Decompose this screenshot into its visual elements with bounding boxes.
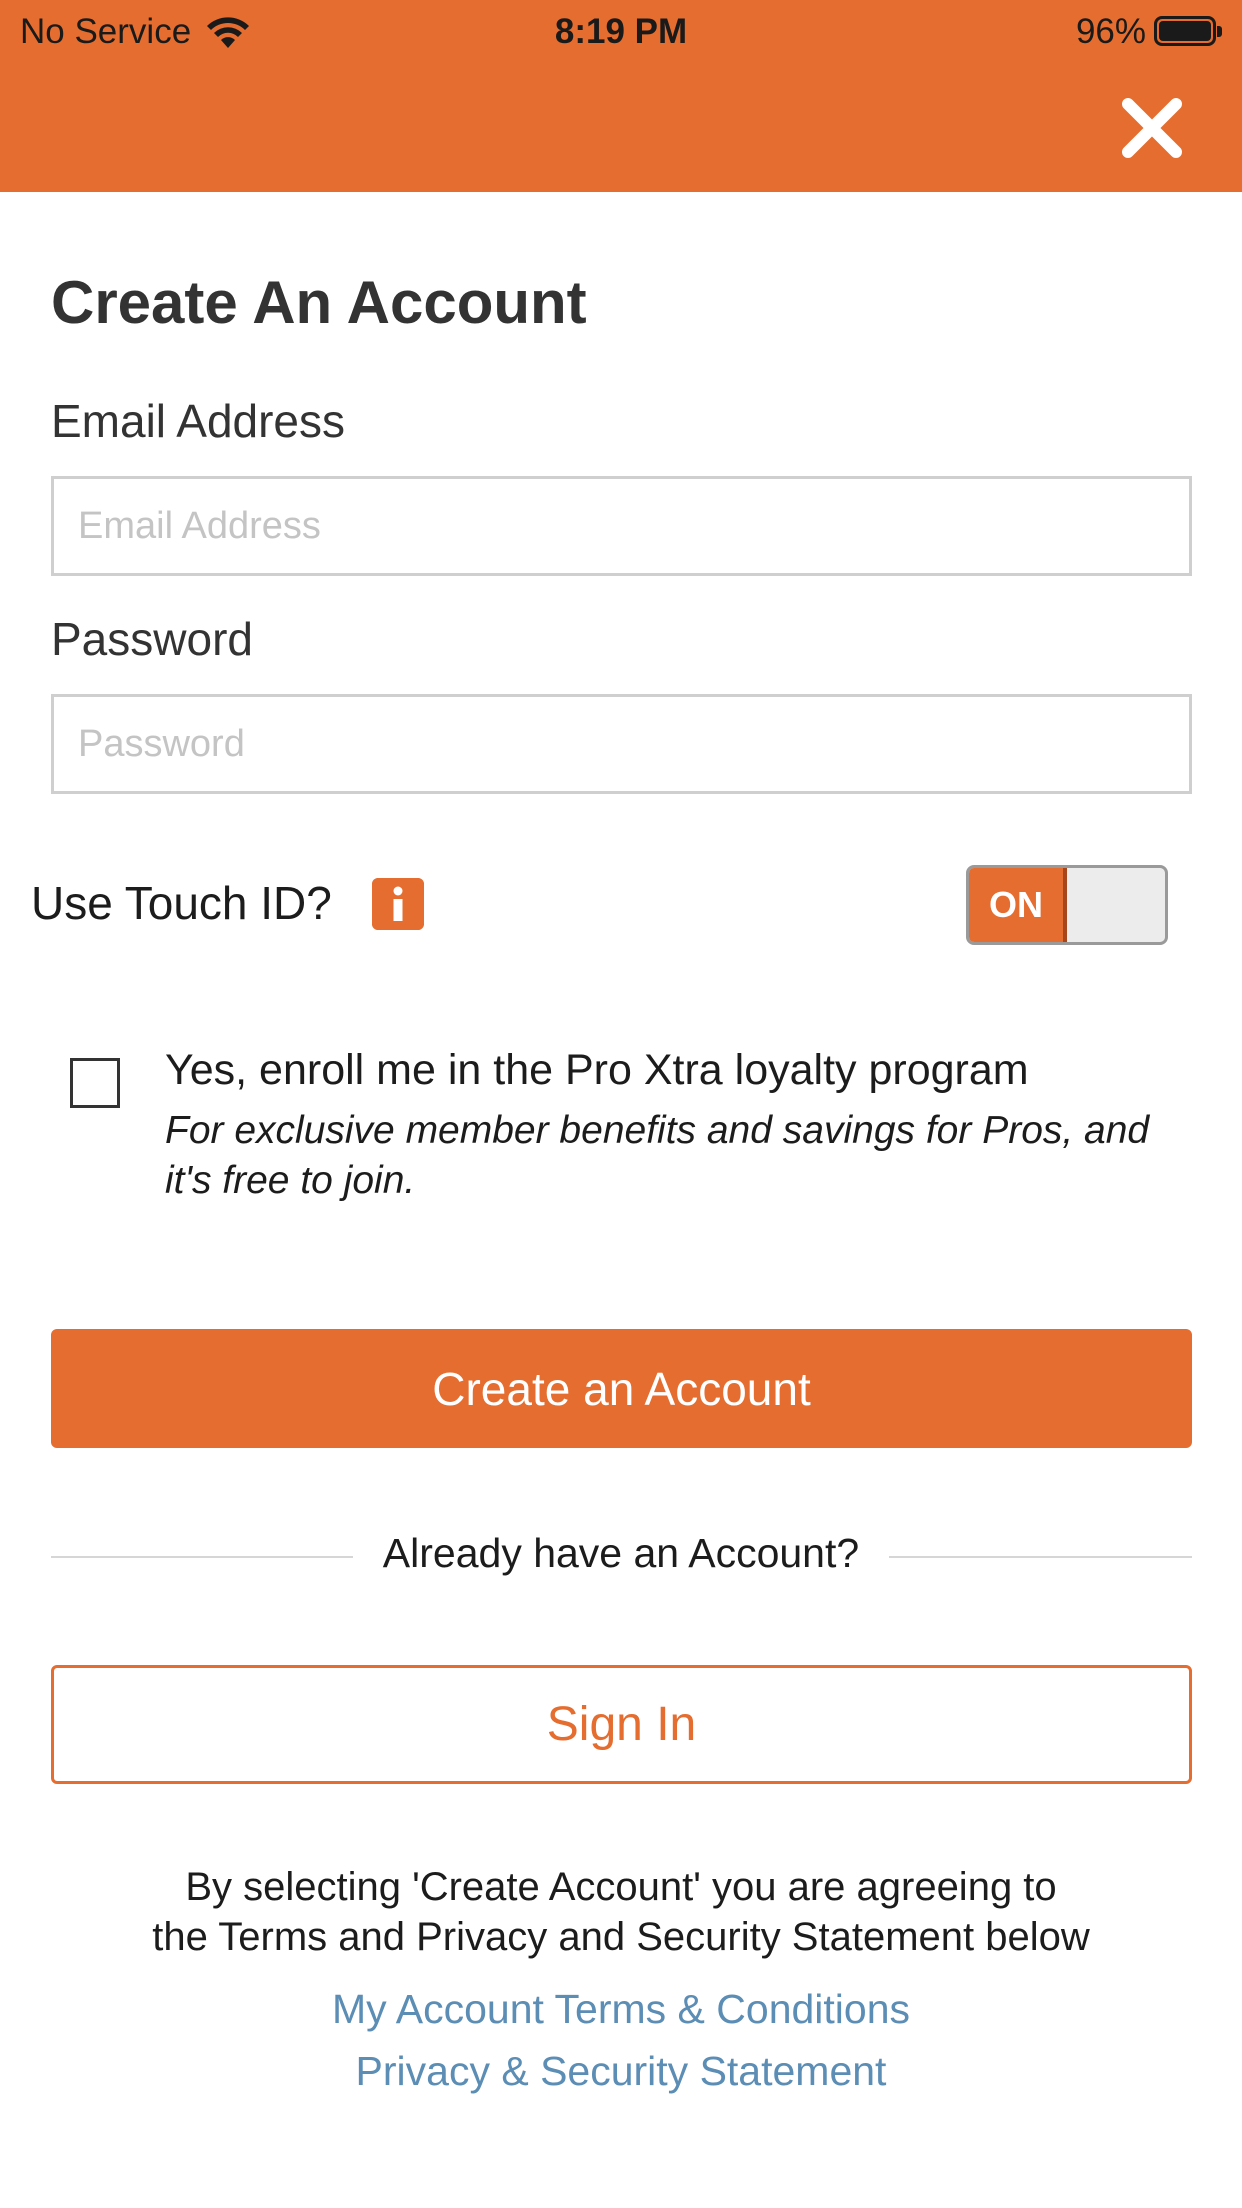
toggle-knob xyxy=(1067,868,1165,942)
pro-xtra-checkbox[interactable] xyxy=(70,1058,120,1108)
battery-icon xyxy=(1154,16,1224,48)
battery-percent: 96% xyxy=(1075,12,1146,51)
privacy-security-link[interactable]: Privacy & Security Statement xyxy=(0,2048,1242,2095)
enroll-title: Yes, enroll me in the Pro Xtra loyalty p… xyxy=(165,1046,1029,1094)
password-field[interactable] xyxy=(51,694,1192,794)
info-icon[interactable] xyxy=(372,878,424,930)
status-time: 8:19 PM xyxy=(554,12,688,51)
toggle-on-label: ON xyxy=(969,868,1067,942)
terms-notice-line2: the Terms and Privacy and Security State… xyxy=(152,1915,1090,1959)
divider-right xyxy=(889,1556,1192,1558)
email-field[interactable] xyxy=(51,476,1192,576)
terms-notice: By selecting 'Create Account' you are ag… xyxy=(0,1862,1242,1962)
create-account-button[interactable]: Create an Account xyxy=(51,1329,1192,1448)
touch-id-label: Use Touch ID? xyxy=(31,877,332,929)
email-label: Email Address xyxy=(51,395,346,447)
close-icon[interactable] xyxy=(1118,94,1186,162)
terms-conditions-link[interactable]: My Account Terms & Conditions xyxy=(0,1986,1242,2033)
page-title: Create An Account xyxy=(51,269,587,336)
enroll-subtitle: For exclusive member benefits and saving… xyxy=(165,1109,1150,1202)
password-label: Password xyxy=(51,613,253,665)
sign-in-button[interactable]: Sign In xyxy=(51,1665,1192,1784)
app-header: No Service 8:19 PM 96% xyxy=(0,0,1242,192)
already-have-account-label: Already have an Account? xyxy=(382,1530,860,1576)
status-battery: 96% xyxy=(1076,12,1224,52)
touch-id-toggle[interactable]: ON xyxy=(966,865,1168,945)
terms-notice-line1: By selecting 'Create Account' you are ag… xyxy=(185,1865,1057,1909)
